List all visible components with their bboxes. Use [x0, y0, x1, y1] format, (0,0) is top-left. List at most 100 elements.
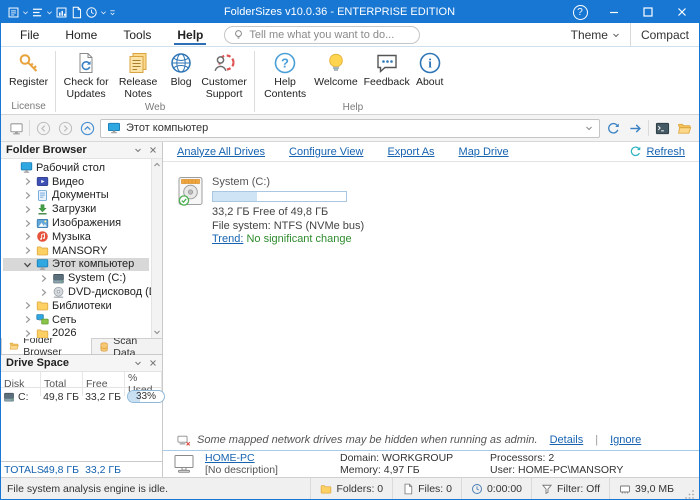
computer-processors: Processors: 2 — [490, 452, 623, 465]
menu-home[interactable]: Home — [52, 23, 110, 46]
back-button[interactable] — [34, 119, 52, 137]
chevron-down-icon[interactable] — [46, 9, 53, 16]
tellme-search[interactable] — [224, 26, 420, 44]
drive-space-row[interactable]: C: 49,8 ГБ 33,2 ГБ 33% — [1, 388, 162, 405]
tree-item-документы[interactable]: Документы — [3, 189, 149, 203]
console-window-icon — [655, 121, 670, 136]
resize-grip[interactable] — [685, 489, 695, 499]
welcome-button[interactable]: Welcome — [311, 49, 361, 89]
ignore-link[interactable]: Ignore — [610, 434, 641, 446]
expand-icon[interactable] — [22, 301, 33, 310]
menu-file[interactable]: File — [7, 23, 52, 46]
blog-button[interactable]: Blog — [164, 49, 198, 89]
analyze-all-drives-link[interactable]: Analyze All Drives — [177, 146, 265, 158]
expand-icon[interactable] — [22, 329, 33, 338]
computer-icon — [107, 122, 121, 134]
refresh-button[interactable] — [604, 119, 622, 137]
customize-qat-icon[interactable] — [109, 9, 116, 16]
menu-tools[interactable]: Tools — [110, 23, 164, 46]
help-contents-button[interactable]: ?Help Contents — [259, 49, 311, 101]
drive-item[interactable]: System (C:) 33,2 ГБ Free of 49,8 ГБ File… — [177, 176, 699, 247]
export-as-link[interactable]: Export As — [387, 146, 434, 158]
close-button[interactable] — [665, 1, 699, 23]
report-icon[interactable] — [7, 6, 20, 19]
drive-space-panel: Drive Space Disk Total Free % Used C: — [1, 355, 162, 477]
close-panel-icon[interactable] — [149, 146, 157, 154]
expand-icon[interactable] — [22, 246, 33, 255]
expand-icon[interactable] — [22, 315, 33, 324]
scroll-up-icon[interactable] — [153, 161, 161, 169]
tellme-input[interactable] — [249, 29, 411, 41]
tree-item-изображения[interactable]: Изображения — [3, 216, 149, 230]
tree-item-библиотеки[interactable]: Библиотеки — [3, 299, 149, 313]
ribbon-button-label: About — [416, 77, 443, 89]
tree-item-музыка[interactable]: Музыка — [3, 230, 149, 244]
feedback-button[interactable]: Feedback — [361, 49, 413, 89]
tree-item-mansory[interactable]: MANSORY — [3, 244, 149, 258]
refresh-link-wrap[interactable]: Refresh — [629, 145, 685, 158]
expand-icon[interactable] — [22, 205, 33, 214]
collapse-icon[interactable] — [22, 260, 33, 269]
desktop-icon — [20, 161, 33, 174]
help-button[interactable]: ? — [563, 1, 597, 23]
tree-scrollbar[interactable] — [151, 159, 162, 338]
map-drive-link[interactable]: Map Drive — [459, 146, 509, 158]
command-window-button[interactable] — [653, 119, 671, 137]
ribbon-group-label: Web — [60, 101, 250, 115]
tree-item-system-c[interactable]: System (C:) — [3, 271, 149, 285]
tab-scan-data[interactable]: Scan Data — [92, 339, 162, 354]
minimize-button[interactable] — [597, 1, 631, 23]
expand-icon[interactable] — [22, 177, 33, 186]
scroll-down-icon[interactable] — [153, 328, 161, 336]
customer-support-button[interactable]: Customer Support — [198, 49, 250, 101]
details-link[interactable]: Details — [550, 434, 584, 446]
go-button[interactable] — [626, 119, 644, 137]
register-button[interactable]: Register — [6, 49, 51, 89]
configure-view-link[interactable]: Configure View — [289, 146, 363, 158]
release-notes-button[interactable]: Release Notes — [112, 49, 164, 101]
tab-folder-browser[interactable]: Folder Browser — [1, 338, 92, 354]
tree-item-dvd-дисковод-d[interactable]: DVD-дисковод (D:) — [3, 285, 149, 299]
chevron-down-icon[interactable] — [22, 9, 29, 16]
window-title: FolderSizes v10.0.36 - ENTERPRISE EDITIO… — [116, 6, 563, 18]
computer-description: [No description] — [205, 464, 330, 477]
up-button[interactable] — [78, 119, 96, 137]
computer-domain: Domain: WORKGROUP — [340, 452, 480, 465]
tree-item-загрузки[interactable]: Загрузки — [3, 202, 149, 216]
feedback-icon — [375, 51, 399, 75]
document-icon[interactable] — [70, 6, 83, 19]
forward-button[interactable] — [56, 119, 74, 137]
panel-menu-icon[interactable] — [134, 359, 142, 367]
menu-help[interactable]: Help — [164, 23, 216, 46]
about-button[interactable]: iAbout — [413, 49, 447, 89]
expand-icon[interactable] — [38, 288, 49, 297]
maximize-button[interactable] — [631, 1, 665, 23]
refresh-link[interactable]: Refresh — [646, 146, 685, 158]
tree-item-видео[interactable]: Видео — [3, 175, 149, 189]
tree-item-сеть[interactable]: Сеть — [3, 313, 149, 327]
tree-item-рабочий-стол[interactable]: Рабочий стол — [3, 161, 149, 175]
chart-icon[interactable] — [55, 6, 68, 19]
computer-name-link[interactable]: HOME-PC — [205, 452, 330, 465]
tree-item-этот-компьютер[interactable]: Этот компьютер — [3, 258, 149, 272]
address-combo[interactable]: Этот компьютер — [100, 119, 600, 138]
list-icon[interactable] — [31, 6, 44, 19]
trend-link[interactable]: Trend: — [212, 233, 243, 245]
theme-button[interactable]: Theme — [561, 23, 631, 46]
expand-icon[interactable] — [22, 232, 33, 241]
compact-button[interactable]: Compact — [631, 28, 699, 42]
expand-icon[interactable] — [22, 219, 33, 228]
panel-menu-icon[interactable] — [134, 146, 142, 154]
computer-view-button[interactable] — [7, 119, 25, 137]
open-folder-button[interactable] — [675, 119, 693, 137]
expand-icon[interactable] — [38, 274, 49, 283]
used-pct-text: 33% — [128, 391, 164, 403]
menu-items: FileHomeToolsHelp — [7, 23, 216, 46]
tree-item-2026[interactable]: 2026 — [3, 327, 149, 338]
expand-icon[interactable] — [22, 191, 33, 200]
clock-icon[interactable] — [85, 6, 98, 19]
close-panel-icon[interactable] — [149, 359, 157, 367]
chevron-down-icon[interactable] — [100, 9, 107, 16]
check-for-updates-button[interactable]: Check for Updates — [60, 49, 112, 101]
chevron-down-icon[interactable] — [585, 124, 593, 132]
